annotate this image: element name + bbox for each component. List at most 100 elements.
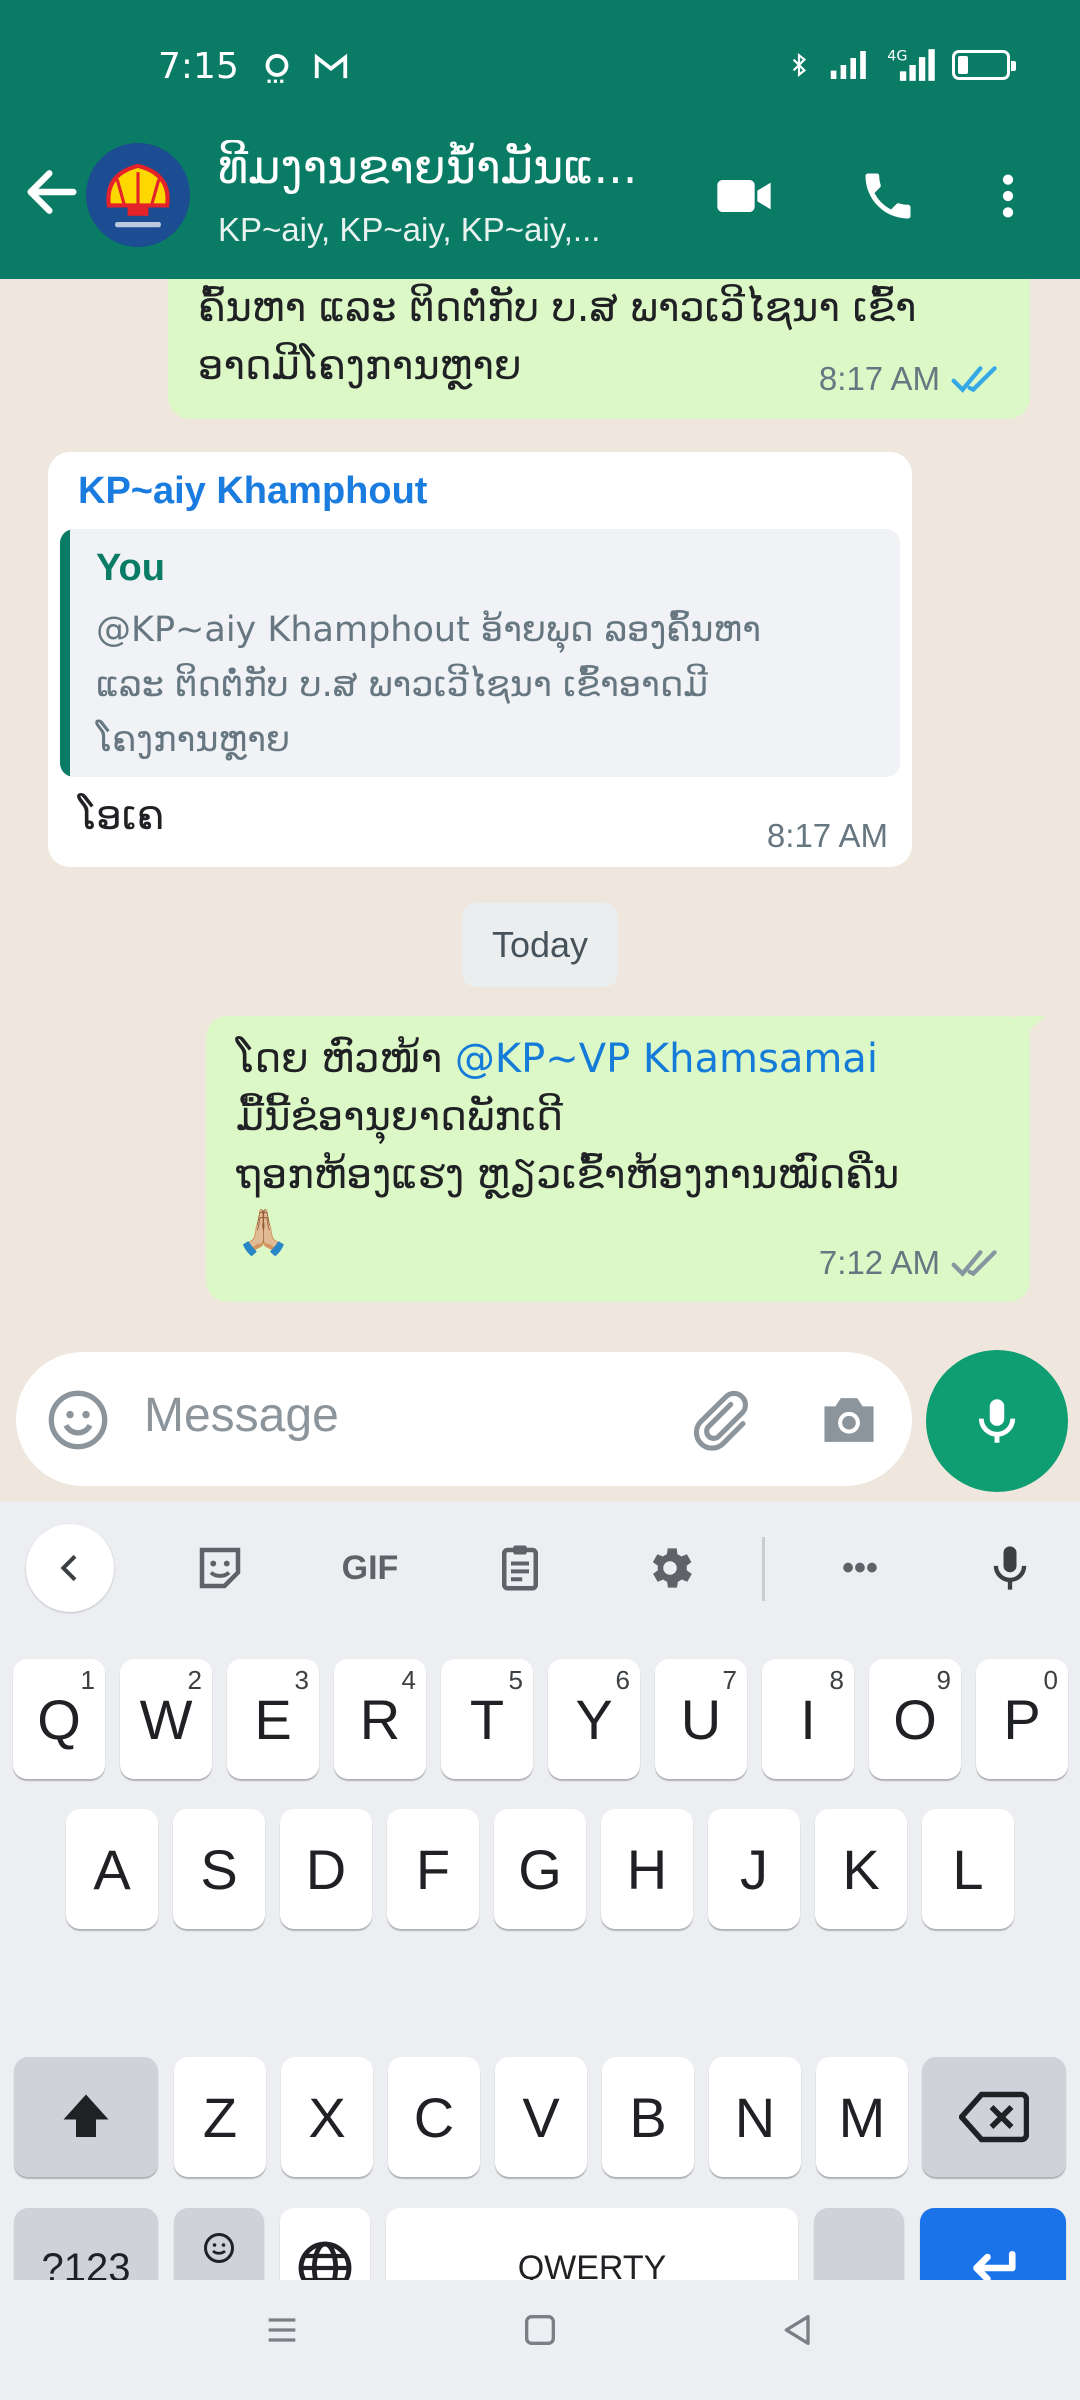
letter-key[interactable]: J	[708, 1809, 800, 1929]
key-hint: 2	[187, 1665, 202, 1695]
letter-key[interactable]: P0	[976, 1659, 1068, 1779]
message-text: ໂດຍ ຫົວໜ້າ @KP~VP Khamsamai ມື້ນີ້ຂໍອານຸ…	[236, 1030, 1026, 1262]
quoted-line: ໂຄງການຫຼາຍ	[96, 720, 291, 760]
letter-key[interactable]: W2	[120, 1659, 212, 1779]
mic-icon	[978, 1399, 1016, 1443]
clipboard-button[interactable]	[476, 1524, 564, 1612]
phone-icon	[865, 173, 911, 219]
message-text: ໂອເຄ	[78, 793, 165, 839]
keyboard-toolbar: GIF •••	[0, 1501, 1080, 1637]
message-line: ຖອກຫ້ອງແຮງ ຫຼຽວເຂົ້າຫ້ອງການໝົດຄືນ	[236, 1152, 900, 1198]
letter-key[interactable]: Z	[174, 2057, 266, 2177]
letter-key[interactable]: D	[280, 1809, 372, 1929]
recent-apps-icon[interactable]	[262, 2310, 302, 2350]
gif-button[interactable]: GIF	[326, 1524, 414, 1612]
quoted-line: @KP~aiy Khamphout ອ້າຍພຸດ ລອງຄົ້ນຫາ	[96, 610, 761, 650]
message-meta: 8:17 AM	[767, 817, 888, 855]
letter-key[interactable]: I8	[762, 1659, 854, 1779]
letter-key[interactable]: E3	[227, 1659, 319, 1779]
back-nav-icon[interactable]	[778, 2310, 818, 2350]
backspace-key[interactable]	[922, 2057, 1066, 2177]
letter-key[interactable]: K	[815, 1809, 907, 1929]
message-list[interactable]: ຄົ້ນຫາ ແລະ ຕິດຕໍ່ກັບ ບ.ສ ພາວເວີໄຊນາ ເຂົ້…	[0, 279, 1080, 1501]
date-divider: Today	[462, 903, 618, 987]
voice-call-button[interactable]	[852, 160, 924, 232]
letter-key[interactable]: B	[602, 2057, 694, 2177]
letter-key[interactable]: U7	[655, 1659, 747, 1779]
toolbar-divider	[762, 1537, 765, 1601]
letter-key[interactable]: L	[922, 1809, 1014, 1929]
voice-record-button[interactable]	[926, 1350, 1068, 1492]
key-label: I	[800, 1687, 816, 1751]
key-label: T	[469, 1687, 505, 1751]
letter-key[interactable]: A	[66, 1809, 158, 1929]
group-avatar[interactable]	[86, 143, 190, 247]
message-composer: Message	[16, 1352, 912, 1486]
message-text: ຄົ້ນຫາ ແລະ ຕິດຕໍ່ກັບ ບ.ສ ພາວເວີໄຊນາ ເຂົ້…	[198, 279, 917, 395]
more-tools-button[interactable]: •••	[816, 1524, 904, 1612]
quoted-text: @KP~aiy Khamphout ອ້າຍພຸດ ລອງຄົ້ນຫາ ແລະ …	[96, 603, 886, 768]
chat-title[interactable]: ທີມງານຂາຍນ້ຳມັນແ...	[218, 140, 678, 194]
more-icon	[1002, 174, 1014, 218]
letter-key[interactable]: Q1	[13, 1659, 105, 1779]
bluetooth-icon	[792, 52, 807, 78]
letter-key[interactable]: C	[388, 2057, 480, 2177]
message-time: 8:17 AM	[818, 360, 940, 397]
system-status-icons: 4G 5	[786, 46, 1016, 84]
letter-key[interactable]: N	[709, 2057, 801, 2177]
letter-key[interactable]: M	[816, 2057, 908, 2177]
mention-link[interactable]: @KP~VP Khamsamai	[455, 1036, 878, 1082]
camera-icon[interactable]	[816, 1390, 882, 1450]
status-bar: 7:15 4G 5	[0, 0, 1080, 135]
attach-icon[interactable]	[684, 1386, 752, 1454]
home-icon[interactable]	[520, 2310, 560, 2350]
quoted-sender: You	[96, 547, 165, 589]
more-options-button[interactable]	[980, 160, 1036, 232]
settings-button[interactable]	[626, 1524, 714, 1612]
voice-typing-button[interactable]	[966, 1524, 1054, 1612]
outgoing-message[interactable]: ໂດຍ ຫົວໜ້າ @KP~VP Khamsamai ມື້ນີ້ຂໍອານຸ…	[206, 1016, 1046, 1302]
key-label: A	[93, 1837, 131, 1901]
key-label: F	[415, 1837, 451, 1901]
battery-level: 5	[974, 54, 988, 76]
video-call-icon	[717, 180, 771, 212]
letter-key[interactable]: F	[387, 1809, 479, 1929]
letter-key[interactable]: G	[494, 1809, 586, 1929]
letter-key[interactable]: R4	[334, 1659, 426, 1779]
key-hint: 4	[401, 1665, 416, 1695]
quote-bar	[60, 529, 70, 777]
key-label: V	[522, 2085, 560, 2149]
letter-key[interactable]: Y6	[548, 1659, 640, 1779]
key-hint: 6	[615, 1665, 630, 1695]
notification-icons	[258, 48, 350, 86]
key-label: Q	[37, 1687, 81, 1751]
message-input[interactable]: Message	[144, 1388, 339, 1443]
chat-participants[interactable]: KP~aiy, KP~aiy, KP~aiy,...	[218, 211, 658, 249]
message-line: ອາດມີໂຄງການຫຼາຍ	[198, 343, 522, 389]
letter-key[interactable]: V	[495, 2057, 587, 2177]
letter-key[interactable]: X	[281, 2057, 373, 2177]
emoji-icon[interactable]	[46, 1388, 110, 1452]
letter-key[interactable]: H	[601, 1809, 693, 1929]
quoted-line: ແລະ ຕິດຕໍ່ກັບ ບ.ສ ພາວເວີໄຊນາ ເຂົ້າອາດມີ	[96, 665, 708, 705]
video-call-button[interactable]	[708, 160, 780, 232]
collapse-toolbar-button[interactable]	[26, 1524, 114, 1612]
shift-key[interactable]	[14, 2057, 158, 2177]
quoted-message[interactable]: You @KP~aiy Khamphout ອ້າຍພຸດ ລອງຄົ້ນຫາ …	[60, 529, 900, 777]
message-meta: 7:12 AM	[819, 1244, 1000, 1282]
outgoing-message[interactable]: ຄົ້ນຫາ ແລະ ຕິດຕໍ່ກັບ ບ.ສ ພາວເວີໄຊນາ ເຂົ້…	[168, 279, 1030, 419]
key-label: P	[1003, 1687, 1041, 1751]
key-label: L	[952, 1837, 984, 1901]
letter-key[interactable]: O9	[869, 1659, 961, 1779]
system-nav-bar	[0, 2280, 1080, 2400]
letter-key[interactable]: T5	[441, 1659, 533, 1779]
key-label: E	[254, 1687, 292, 1751]
key-hint: 1	[80, 1665, 95, 1695]
back-arrow-icon[interactable]	[20, 160, 84, 224]
sticker-button[interactable]	[176, 1524, 264, 1612]
gmail-icon	[314, 53, 348, 79]
letter-key[interactable]: S	[173, 1809, 265, 1929]
sender-name: KP~aiy Khamphout	[78, 470, 428, 512]
shell-logo-icon	[86, 143, 190, 247]
incoming-message[interactable]: KP~aiy Khamphout You @KP~aiy Khamphout ອ…	[48, 452, 912, 867]
